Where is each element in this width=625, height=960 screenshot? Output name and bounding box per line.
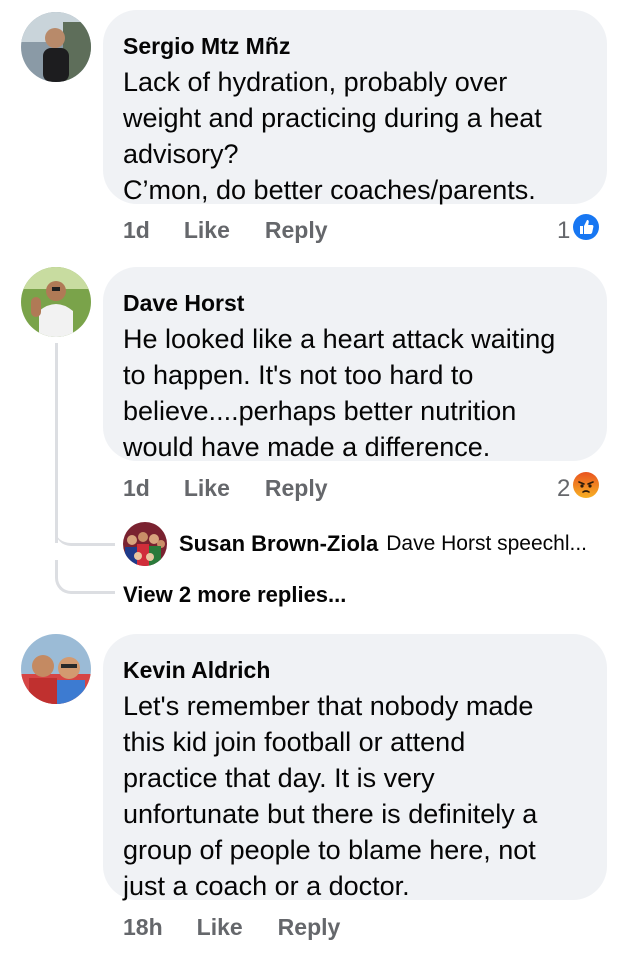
thread-connector [55, 560, 115, 594]
view-more-replies-link[interactable]: View 2 more replies... [123, 582, 346, 608]
reply-button[interactable]: Reply [265, 217, 328, 244]
reply-author[interactable]: Susan Brown-Ziola [179, 531, 378, 557]
comment-text-line: this kid join football or attend [123, 727, 466, 757]
comment-text-line: He looked like a heart attack waiting [123, 324, 556, 354]
comment-timestamp[interactable]: 1d [123, 475, 150, 502]
comment-bubble: Dave Horst He looked like a heart attack… [103, 267, 607, 462]
reply-button[interactable]: Reply [265, 475, 328, 502]
comment-bubble: Sergio Mtz Mñz Lack of hydration, probab… [103, 10, 607, 205]
comment-text-line: would have made a difference. [123, 432, 491, 462]
comment-author[interactable]: Sergio Mtz Mñz [123, 34, 587, 58]
comment-text-line: believe....perhaps better nutrition [123, 396, 517, 426]
angry-icon [573, 472, 600, 505]
reaction-summary[interactable]: 2 [557, 472, 600, 505]
reaction-count: 2 [557, 474, 571, 502]
avatar[interactable] [21, 12, 91, 82]
reply-snippet: Dave Horst speechl... [386, 532, 588, 555]
comment-timestamp[interactable]: 18h [123, 914, 163, 941]
like-button[interactable]: Like [197, 914, 243, 941]
comment-text-line: weight and practicing during a heat [123, 103, 542, 133]
comment-timestamp[interactable]: 1d [123, 217, 150, 244]
comment-actions: 1d Like Reply [123, 217, 328, 244]
avatar[interactable] [21, 634, 91, 704]
comment-author[interactable]: Kevin Aldrich [123, 658, 587, 682]
like-button[interactable]: Like [184, 475, 230, 502]
comment-actions: 18h Like Reply [123, 914, 340, 941]
avatar[interactable] [21, 267, 91, 337]
comment-text: Let's remember that nobody made this kid… [123, 688, 587, 904]
comment-text-line: C’mon, do better coaches/parents. [123, 175, 536, 205]
comment-text-line: group of people to blame here, not [123, 835, 536, 865]
comment-text-line: unfortunate but there is definitely a [123, 799, 538, 829]
thread-connector [55, 520, 115, 546]
comment-text-line: advisory? [123, 139, 239, 169]
comment-text-line: Lack of hydration, probably over [123, 67, 508, 97]
comment-text: He looked like a heart attack waiting to… [123, 321, 587, 465]
like-button[interactable]: Like [184, 217, 230, 244]
comment-text: Lack of hydration, probably over weight … [123, 64, 587, 208]
comment-bubble: Kevin Aldrich Let's remember that nobody… [103, 634, 607, 901]
thread-connector [55, 343, 58, 543]
comment-author[interactable]: Dave Horst [123, 291, 587, 315]
reply-preview[interactable]: Susan Brown-Ziola Dave Horst speechl... [123, 522, 587, 566]
reply-button[interactable]: Reply [278, 914, 341, 941]
reaction-summary[interactable]: 1 [557, 214, 600, 247]
like-icon [573, 214, 600, 247]
avatar[interactable] [123, 522, 167, 566]
comment-actions: 1d Like Reply [123, 475, 328, 502]
comment-text-line: practice that day. It is very [123, 763, 435, 793]
comment-text-line: just a coach or a doctor. [123, 871, 410, 901]
comment-text-line: to happen. It's not too hard to [123, 360, 474, 390]
comment-text-line: Let's remember that nobody made [123, 691, 534, 721]
reaction-count: 1 [557, 216, 571, 244]
